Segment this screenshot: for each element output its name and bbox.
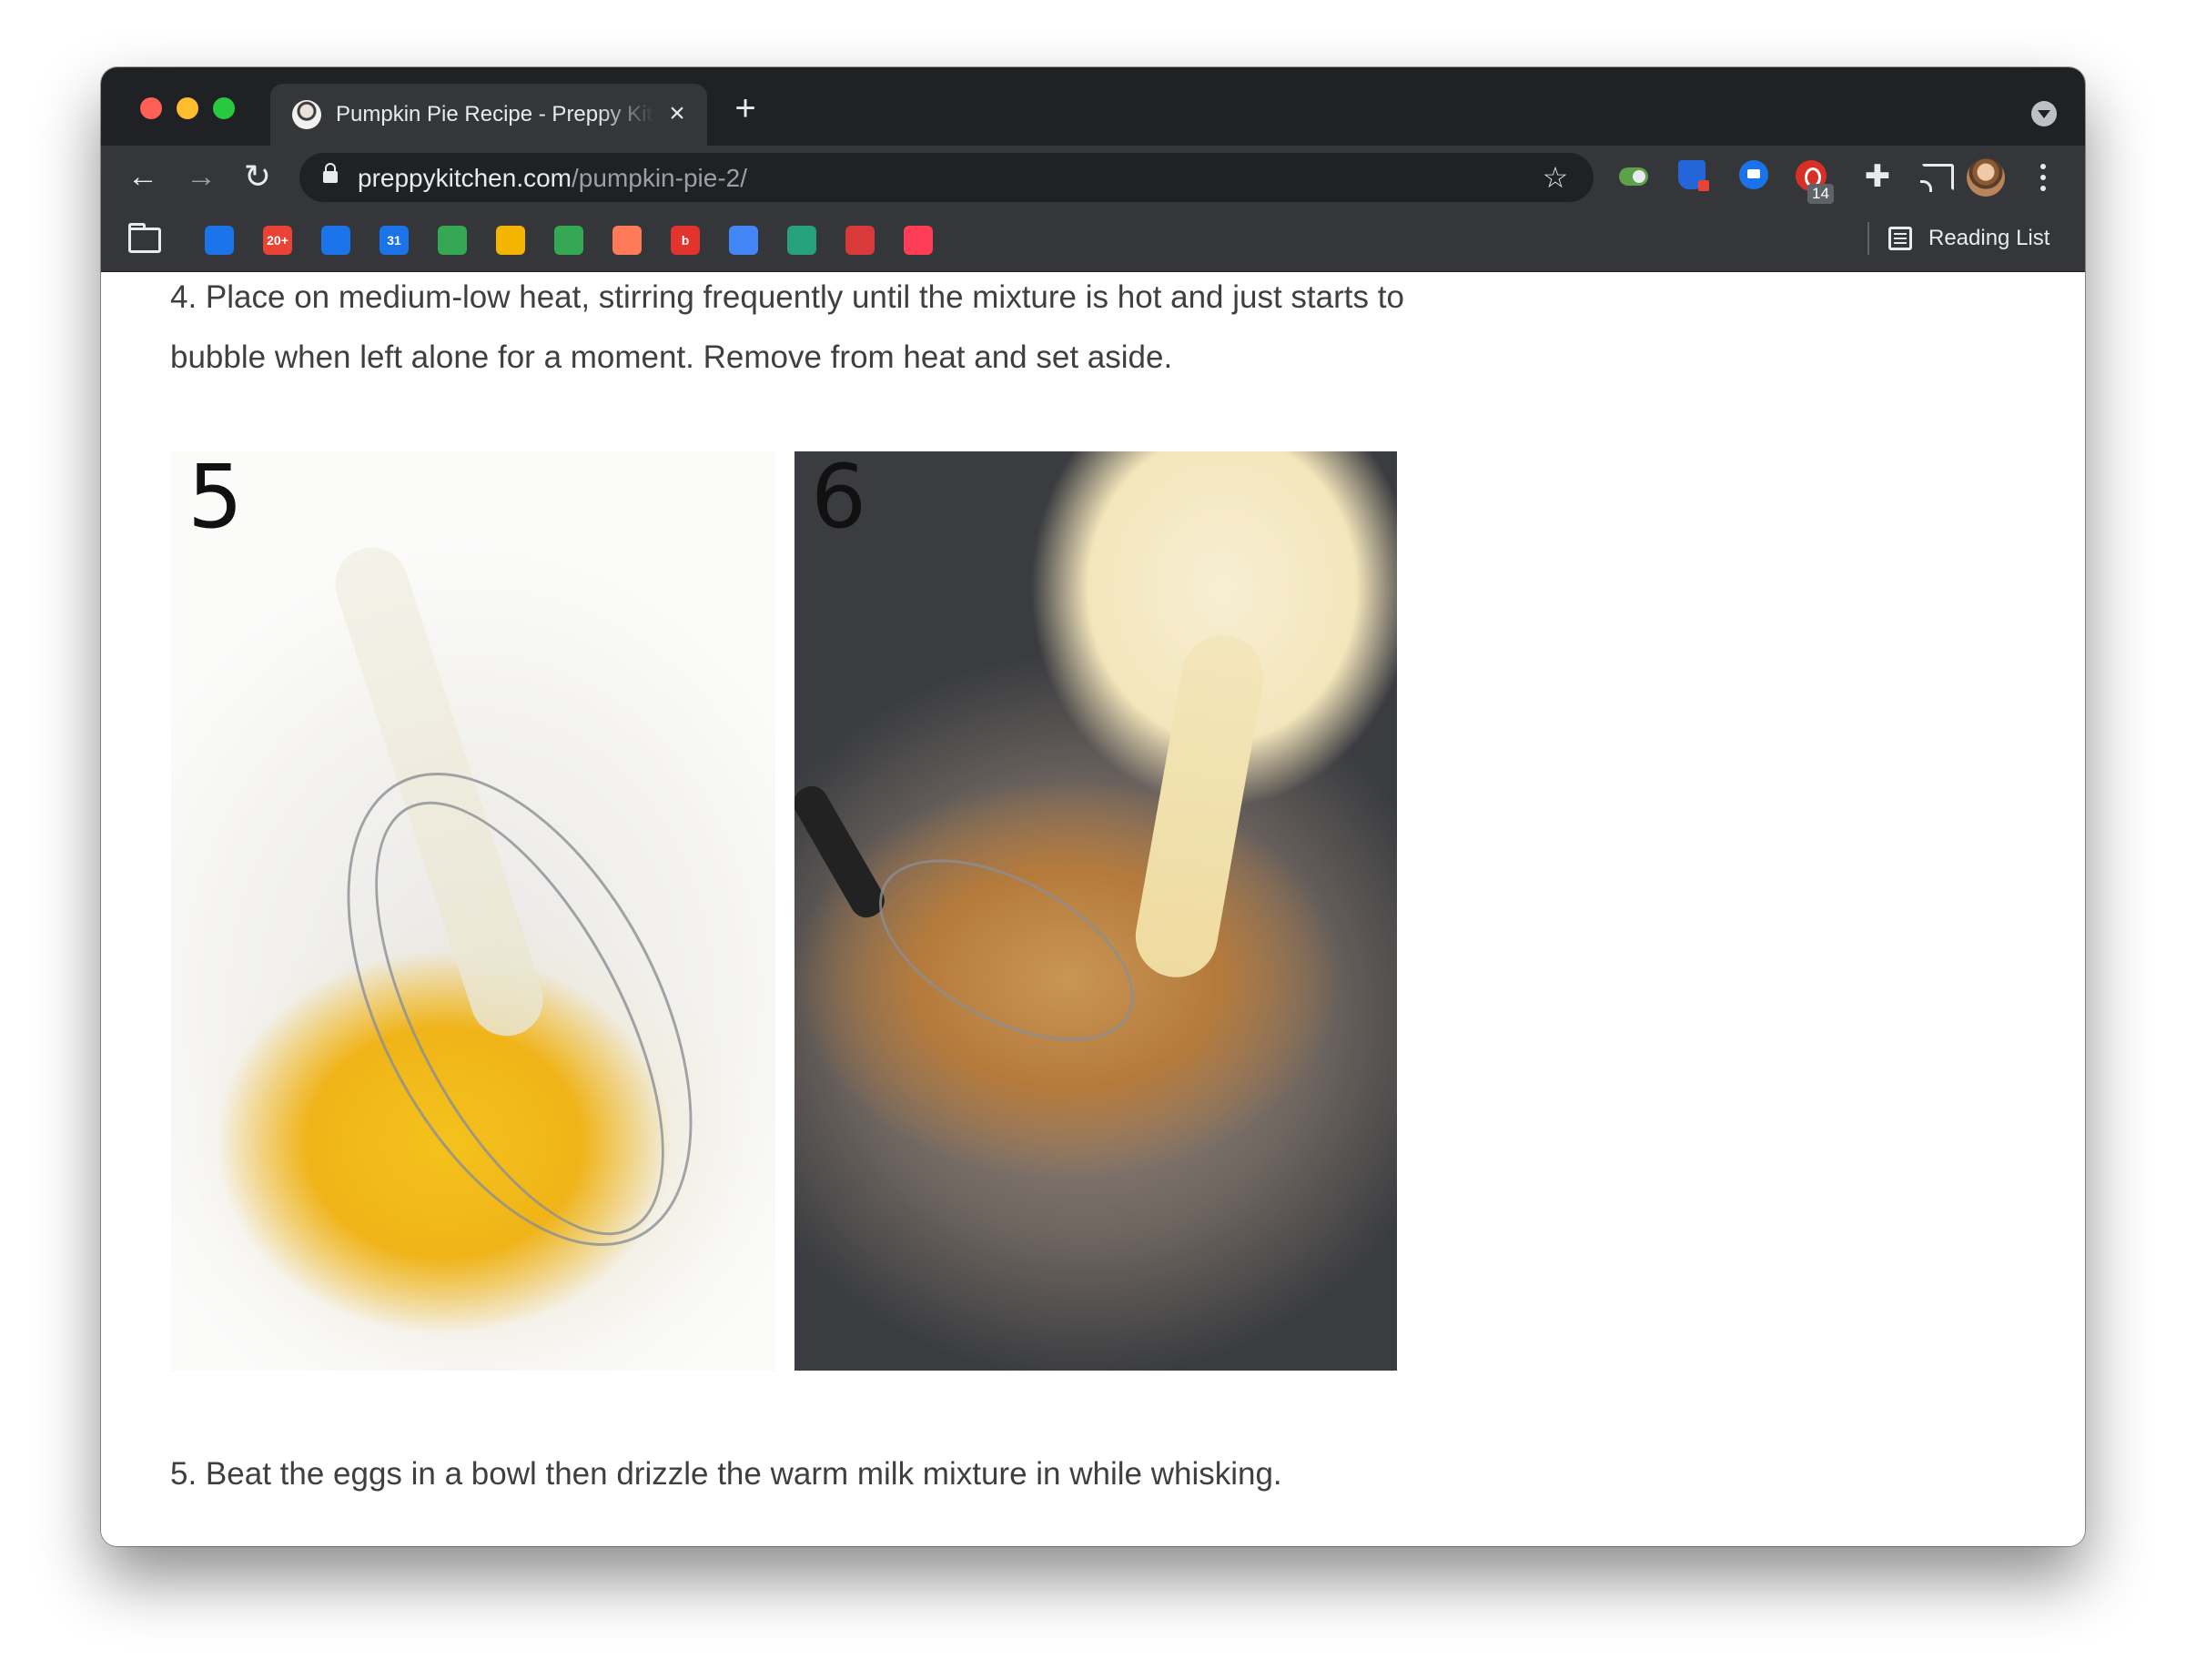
reading-list-icon[interactable] bbox=[1888, 227, 1912, 250]
tab-title: Pumpkin Pie Recipe - Preppy Kitchen bbox=[336, 102, 654, 127]
profile-avatar[interactable] bbox=[1967, 158, 2005, 197]
chat-extension-icon[interactable] bbox=[1739, 160, 1768, 189]
b-app-icon[interactable]: b bbox=[671, 226, 700, 255]
tab-active[interactable]: Pumpkin Pie Recipe - Preppy Kitchen × bbox=[270, 84, 707, 146]
url-domain: preppykitchen.com bbox=[358, 164, 572, 192]
wave-app-icon[interactable] bbox=[787, 226, 816, 255]
toggle-extension-icon[interactable] bbox=[1619, 167, 1648, 186]
step-number-5: 5 bbox=[187, 451, 244, 548]
sheets-icon[interactable] bbox=[496, 226, 525, 255]
forward-arrow-icon[interactable]: → bbox=[181, 157, 221, 197]
new-tab-button[interactable]: + bbox=[729, 90, 762, 127]
browser-window: Pumpkin Pie Recipe - Preppy Kitchen × + … bbox=[101, 67, 2085, 1546]
reload-icon[interactable]: ↻ bbox=[238, 157, 278, 197]
minimize-window-button[interactable] bbox=[177, 97, 198, 119]
bookmark-star-icon[interactable]: ☆ bbox=[1537, 159, 1574, 196]
page-content: 4. Place on medium-low heat, stirring fr… bbox=[101, 272, 2085, 1546]
url-text[interactable]: preppykitchen.com/pumpkin-pie-2/ bbox=[358, 164, 747, 193]
address-bar[interactable]: preppykitchen.com/pumpkin-pie-2/ ☆ bbox=[299, 153, 1594, 202]
close-window-button[interactable] bbox=[140, 97, 162, 119]
extension-badge: 14 bbox=[1807, 184, 1834, 204]
hubspot-icon[interactable] bbox=[612, 226, 642, 255]
whisk-image bbox=[850, 822, 1163, 1078]
phone-icon[interactable] bbox=[438, 226, 467, 255]
custard-stream-image bbox=[1128, 629, 1270, 984]
step-5-text: 5. Beat the eggs in a bowl then drizzle … bbox=[170, 1456, 1282, 1492]
whisk-handle-image bbox=[794, 780, 891, 924]
calendar-icon[interactable]: 31 bbox=[380, 226, 409, 255]
gmail-icon[interactable]: 20+ bbox=[263, 226, 292, 255]
contacts-icon[interactable] bbox=[205, 226, 234, 255]
tab-search-icon[interactable] bbox=[2031, 101, 2057, 127]
back-arrow-icon[interactable]: ← bbox=[123, 157, 163, 197]
cast-icon[interactable] bbox=[1920, 164, 1954, 192]
step-number-6: 6 bbox=[811, 451, 867, 548]
step-4-text: 4. Place on medium-low heat, stirring fr… bbox=[170, 279, 1404, 375]
recipe-photo-step-6: 6 bbox=[794, 451, 1397, 1371]
recipe-photo-step-5: 5 bbox=[171, 451, 775, 1371]
bookmarks-divider bbox=[1867, 222, 1869, 255]
chat-icon[interactable] bbox=[321, 226, 350, 255]
trello-icon[interactable] bbox=[845, 226, 875, 255]
site-favicon-icon bbox=[292, 100, 321, 129]
toolbar: ← → ↻ preppykitchen.com/pumpkin-pie-2/ ☆… bbox=[101, 146, 2085, 207]
bookmarks-bar: 20+ 31 b Reading List bbox=[101, 207, 2085, 272]
lock-icon[interactable] bbox=[323, 163, 338, 183]
zoom-window-button[interactable] bbox=[213, 97, 235, 119]
puzzle-extensions-icon[interactable]: ✚ bbox=[1861, 160, 1894, 193]
close-tab-icon[interactable]: × bbox=[662, 98, 693, 129]
more-menu-icon[interactable] bbox=[2034, 160, 2052, 195]
monday-icon[interactable] bbox=[904, 226, 933, 255]
folder-icon[interactable] bbox=[128, 223, 161, 253]
url-path: /pumpkin-pie-2/ bbox=[572, 164, 747, 192]
tab-bar: Pumpkin Pie Recipe - Preppy Kitchen × + bbox=[101, 67, 2085, 146]
drive-icon[interactable] bbox=[554, 226, 583, 255]
reading-list-button[interactable]: Reading List bbox=[1928, 226, 2049, 251]
shield-extension-icon[interactable] bbox=[1678, 160, 1709, 191]
grid-app-icon[interactable] bbox=[729, 226, 758, 255]
